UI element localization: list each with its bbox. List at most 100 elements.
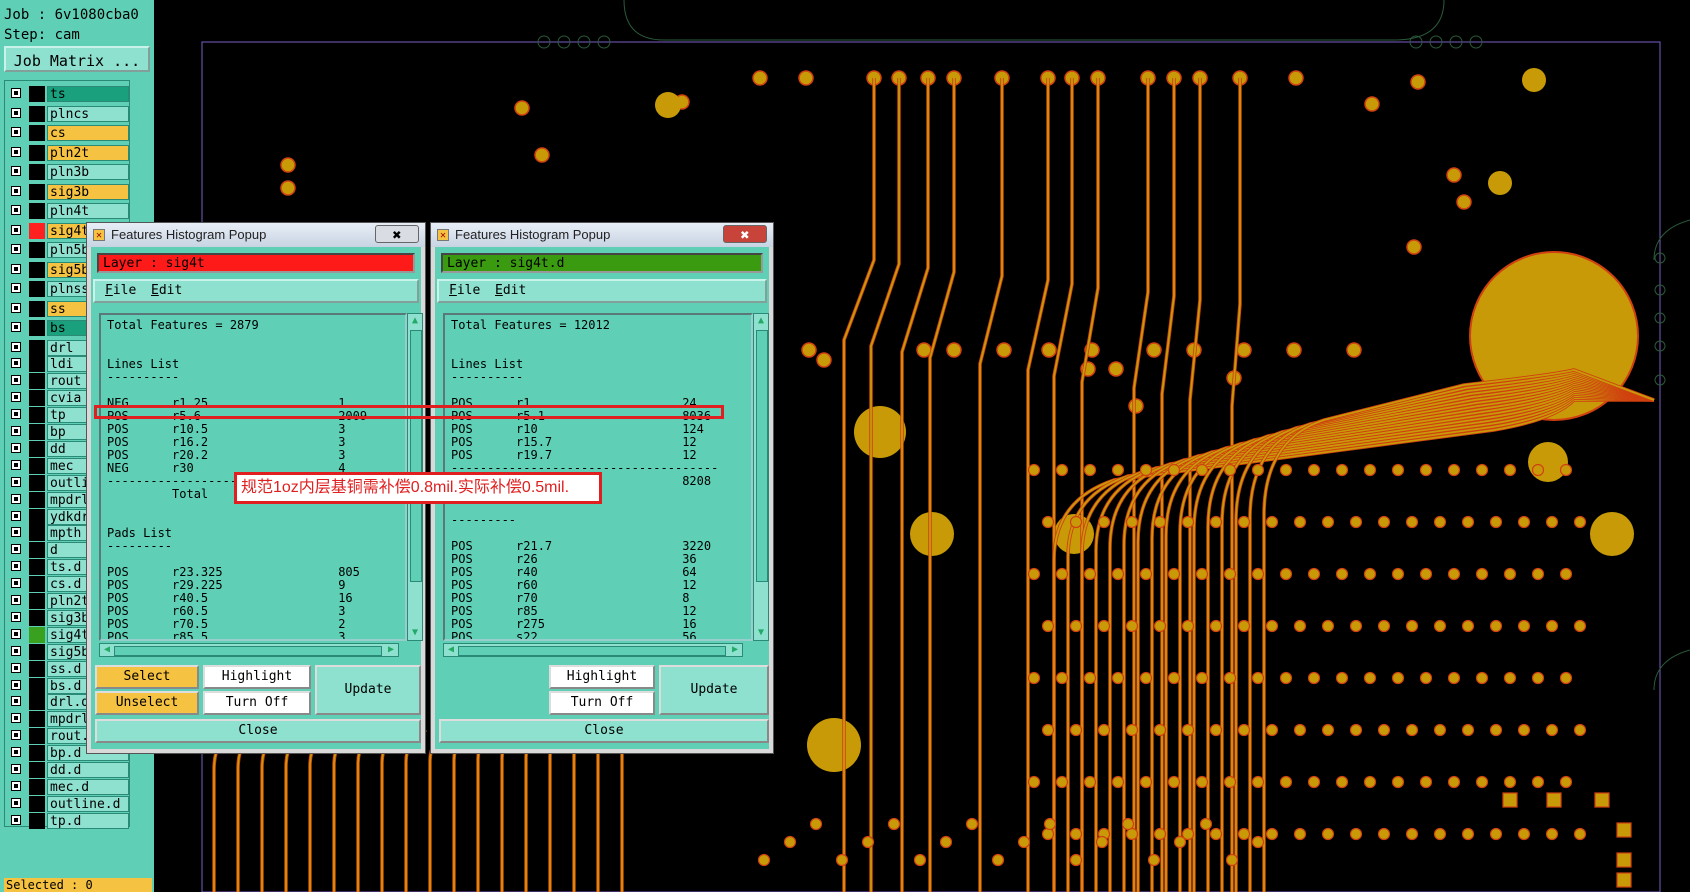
layer-color-swatch[interactable] (29, 440, 45, 457)
layer-color-swatch[interactable] (29, 559, 45, 576)
layer-name[interactable]: tp.d (47, 812, 129, 829)
layer-row[interactable]: sig3b (7, 183, 129, 201)
layer-color-swatch[interactable] (29, 242, 45, 258)
layer-row[interactable]: dd.d (7, 761, 129, 779)
layer-color-swatch[interactable] (29, 424, 45, 440)
close-button[interactable]: Close (95, 719, 421, 743)
layer-row[interactable]: cs (7, 124, 129, 142)
layer-color-swatch[interactable] (29, 812, 45, 829)
layer-color-swatch[interactable] (29, 778, 45, 795)
layer-color-swatch[interactable] (29, 643, 45, 660)
layer-checkbox[interactable] (11, 263, 21, 274)
layer-color-swatch[interactable] (29, 593, 45, 609)
layer-checkbox[interactable] (11, 696, 21, 707)
layer-color-swatch[interactable] (29, 508, 45, 525)
layer-row[interactable]: mec.d (7, 778, 129, 796)
layer-color-swatch[interactable] (29, 457, 45, 474)
layer-checkbox[interactable] (11, 493, 21, 504)
turn-off-button[interactable]: Turn Off (549, 691, 655, 715)
layer-checkbox[interactable] (11, 679, 21, 690)
scroll-thumb[interactable] (410, 330, 422, 582)
layer-row[interactable]: ts (7, 85, 129, 103)
title-bar[interactable]: ✕ Features Histogram Popup ✖ (431, 223, 773, 247)
layer-checkbox[interactable] (11, 302, 21, 313)
layer-checkbox[interactable] (11, 224, 21, 235)
scroll-down-icon[interactable]: ▼ (755, 627, 767, 639)
layer-checkbox[interactable] (11, 426, 21, 436)
horizontal-scrollbar[interactable]: ◀ ▶ (443, 643, 743, 657)
select-button[interactable]: Select (95, 665, 199, 689)
layer-color-swatch[interactable] (29, 728, 45, 745)
highlight-button[interactable]: Highlight (203, 665, 311, 689)
layer-checkbox[interactable] (11, 244, 21, 254)
layer-checkbox[interactable] (11, 510, 21, 521)
layer-color-swatch[interactable] (29, 626, 45, 643)
scroll-up-icon[interactable]: ▲ (755, 315, 767, 327)
scroll-right-icon[interactable]: ▶ (385, 644, 397, 656)
layer-checkbox[interactable] (11, 662, 21, 673)
layer-color-swatch[interactable] (29, 762, 45, 778)
layer-color-swatch[interactable] (29, 677, 45, 694)
layer-color-swatch[interactable] (29, 86, 45, 102)
layer-color-swatch[interactable] (29, 694, 45, 711)
update-button[interactable]: Update (659, 665, 769, 715)
layer-checkbox[interactable] (11, 476, 21, 487)
highlight-button[interactable]: Highlight (549, 665, 655, 689)
layer-color-swatch[interactable] (29, 542, 45, 559)
layer-color-swatch[interactable] (29, 609, 45, 626)
close-button[interactable]: Close (439, 719, 769, 743)
layer-checkbox[interactable] (11, 797, 21, 808)
layer-name[interactable]: dd.d (47, 762, 129, 778)
layer-checkbox[interactable] (11, 459, 21, 470)
layer-color-swatch[interactable] (29, 339, 45, 356)
scroll-up-icon[interactable]: ▲ (409, 315, 421, 327)
layer-checkbox[interactable] (11, 578, 21, 589)
layer-checkbox[interactable] (11, 88, 21, 98)
layer-row[interactable]: tp.d (7, 812, 129, 830)
layer-color-swatch[interactable] (29, 660, 45, 677)
layer-row[interactable]: pln2t (7, 144, 129, 162)
turn-off-button[interactable]: Turn Off (203, 691, 311, 715)
layer-checkbox[interactable] (11, 392, 21, 403)
hscroll-thumb[interactable] (114, 646, 382, 656)
layer-color-swatch[interactable] (29, 525, 45, 542)
layer-color-swatch[interactable] (29, 300, 45, 317)
layer-checkbox[interactable] (11, 561, 21, 572)
layer-checkbox[interactable] (11, 205, 21, 215)
layer-checkbox[interactable] (11, 107, 21, 118)
layer-checkbox[interactable] (11, 814, 21, 825)
layer-color-swatch[interactable] (29, 222, 45, 239)
layer-checkbox[interactable] (11, 611, 21, 622)
layer-checkbox[interactable] (11, 764, 21, 774)
layer-name[interactable]: pln2t (47, 144, 129, 161)
layer-color-swatch[interactable] (29, 281, 45, 297)
menu-edit[interactable]: Edit (495, 281, 526, 301)
layer-checkbox[interactable] (11, 146, 21, 157)
layer-checkbox[interactable] (11, 409, 21, 420)
layer-color-swatch[interactable] (29, 105, 45, 122)
scroll-thumb[interactable] (756, 330, 768, 582)
unselect-button[interactable]: Unselect (95, 691, 199, 715)
layer-color-swatch[interactable] (29, 164, 45, 180)
scroll-down-icon[interactable]: ▼ (409, 627, 421, 639)
scroll-left-icon[interactable]: ◀ (445, 644, 457, 656)
menu-edit[interactable]: Edit (151, 281, 182, 301)
layer-color-swatch[interactable] (29, 373, 45, 390)
layer-checkbox[interactable] (11, 283, 21, 293)
layer-checkbox[interactable] (11, 544, 21, 555)
vertical-scrollbar[interactable]: ▲ ▼ (753, 313, 769, 641)
layer-checkbox[interactable] (11, 358, 21, 369)
layer-color-swatch[interactable] (29, 125, 45, 141)
hscroll-thumb[interactable] (458, 646, 726, 656)
menu-file[interactable]: File (105, 281, 136, 301)
job-matrix-button[interactable]: Job Matrix ... (4, 46, 150, 72)
layer-color-swatch[interactable] (29, 144, 45, 161)
horizontal-scrollbar[interactable]: ◀ ▶ (99, 643, 399, 657)
scroll-left-icon[interactable]: ◀ (101, 644, 113, 656)
layer-name[interactable]: plncs (47, 105, 129, 122)
layer-name[interactable]: pln3b (47, 164, 129, 180)
layer-checkbox[interactable] (11, 780, 21, 791)
layer-row[interactable]: pln3b (7, 163, 129, 181)
layer-name[interactable]: mec.d (47, 778, 129, 795)
layer-checkbox[interactable] (11, 442, 21, 453)
